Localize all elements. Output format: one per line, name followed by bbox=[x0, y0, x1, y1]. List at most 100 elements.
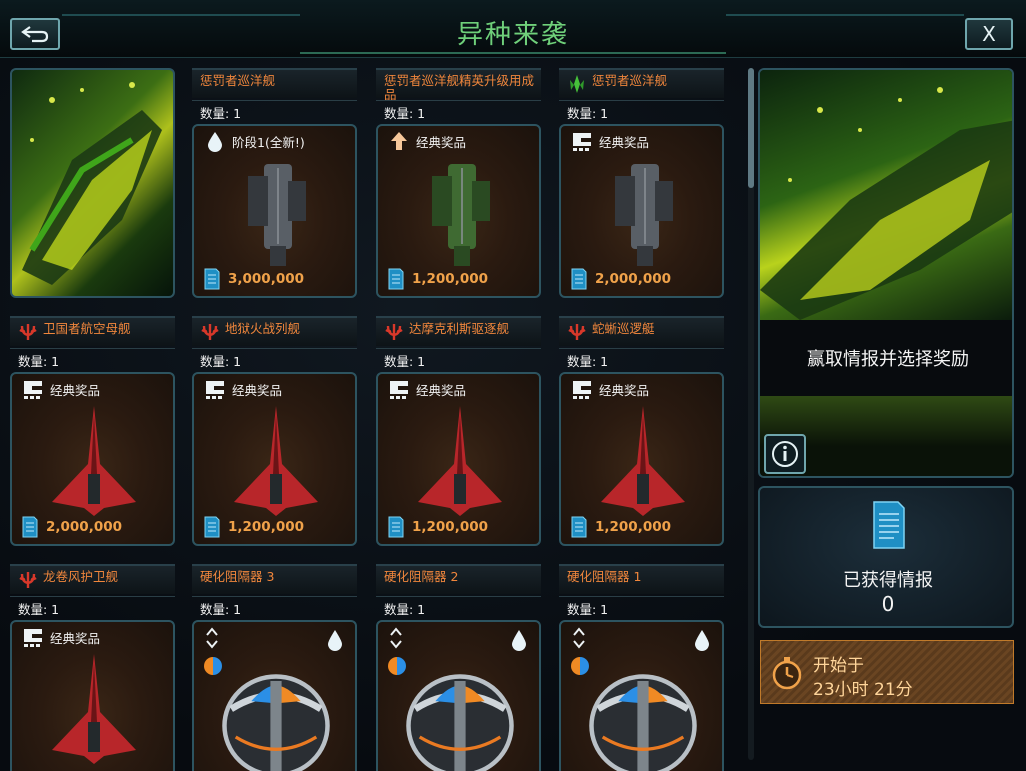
ship-image bbox=[615, 164, 673, 266]
reward-name: 龙卷风护卫舰 bbox=[43, 569, 119, 584]
intel-document-icon bbox=[571, 516, 587, 538]
intel-document-icon bbox=[204, 268, 220, 290]
scrollbar-thumb[interactable] bbox=[748, 68, 754, 188]
reward-tile[interactable]: 蛇蜥巡逻艇数量: 1 经典奖品 1,200,000 bbox=[559, 316, 724, 546]
reward-price: 1,200,000 bbox=[204, 516, 304, 538]
reward-name: 蛇蜥巡逻艇 bbox=[592, 321, 655, 336]
reward-type: 经典奖品 bbox=[22, 378, 100, 400]
reward-type: 经典奖品 bbox=[388, 130, 466, 152]
intel-document-icon bbox=[388, 268, 404, 290]
reward-name: 卫国者航空母舰 bbox=[43, 321, 131, 336]
reward-card[interactable] bbox=[192, 620, 357, 771]
reward-quantity: 数量: 1 bbox=[376, 596, 541, 617]
reward-price: 1,200,000 bbox=[388, 268, 488, 290]
reward-tile[interactable]: 地狱火战列舰 数量: 1 经典奖品 1,200,000 bbox=[192, 316, 357, 546]
info-icon bbox=[772, 441, 798, 467]
reward-name: 惩罚者巡洋舰 bbox=[592, 73, 668, 88]
module-image bbox=[406, 674, 514, 771]
ship-image bbox=[52, 654, 136, 764]
top-bar: 异种来袭 X bbox=[0, 0, 1026, 58]
reward-price: 1,200,000 bbox=[388, 516, 488, 538]
reward-tile[interactable]: 惩罚者巡洋舰 数量: 1 阶段1(全新!) 3,000,000 bbox=[192, 68, 357, 298]
intel-value: 0 bbox=[881, 592, 895, 616]
reward-price: 3,000,000 bbox=[204, 268, 304, 290]
reward-name-bar: 地狱火战列舰 bbox=[192, 316, 357, 346]
reward-type-label: 经典奖品 bbox=[599, 382, 650, 398]
reward-type: 经典奖品 bbox=[571, 378, 649, 400]
faction-green-icon bbox=[570, 75, 584, 93]
faction-red-icon bbox=[201, 324, 219, 340]
reward-quantity: 数量: 1 bbox=[376, 100, 541, 121]
timer-label: 开始于 bbox=[813, 656, 864, 676]
reward-card[interactable]: 经典奖品 1,200,000 bbox=[376, 372, 541, 546]
ship-image bbox=[52, 406, 136, 516]
reward-quantity: 数量: 1 bbox=[559, 348, 724, 369]
reward-name: 惩罚者巡洋舰精英升级用成品 bbox=[384, 73, 535, 102]
info-button[interactable] bbox=[764, 434, 806, 474]
up-down-arrows-icon bbox=[390, 627, 402, 649]
classic-prize-icon bbox=[573, 133, 591, 151]
intel-document-icon bbox=[571, 268, 587, 290]
win-intel-prompt: 赢取情报并选择奖励 bbox=[760, 320, 1012, 396]
faction-red-icon bbox=[385, 324, 403, 340]
reward-card[interactable]: 经典奖品 bbox=[10, 620, 175, 771]
reward-name: 达摩克利斯驱逐舰 bbox=[409, 321, 510, 336]
module-image bbox=[589, 674, 697, 771]
reward-price-value: 1,200,000 bbox=[412, 271, 489, 287]
reward-card[interactable]: 经典奖品 2,000,000 bbox=[10, 372, 175, 546]
reward-name-bar: 蛇蜥巡逻艇 bbox=[559, 316, 724, 346]
reward-quantity: 数量: 1 bbox=[10, 348, 175, 369]
reward-name-bar: 惩罚者巡洋舰 bbox=[192, 68, 357, 98]
reward-tile[interactable]: 卫国者航空母舰数量: 1 经典奖品 2,000,000 bbox=[10, 316, 175, 546]
reward-card[interactable]: 阶段1(全新!) 3,000,000 bbox=[192, 124, 357, 298]
reward-type-label: 经典奖品 bbox=[50, 630, 101, 646]
reward-price-value: 2,000,000 bbox=[46, 519, 123, 535]
reward-tile[interactable]: 达摩克利斯驱逐舰数量: 1 经典奖品 1,200,000 bbox=[376, 316, 541, 546]
reward-card[interactable] bbox=[376, 620, 541, 771]
stopwatch-icon bbox=[772, 657, 802, 690]
drop-icon bbox=[695, 630, 709, 651]
reward-quantity: 数量: 1 bbox=[376, 348, 541, 369]
reward-type: 经典奖品 bbox=[204, 378, 282, 400]
classic-prize-icon bbox=[24, 381, 42, 399]
reward-card[interactable]: 经典奖品 2,000,000 bbox=[559, 124, 724, 298]
intel-label: 已获得情报 bbox=[843, 570, 933, 591]
classic-prize-icon bbox=[573, 381, 591, 399]
reward-tile[interactable]: 龙卷风护卫舰数量: 1 经典奖品 bbox=[10, 564, 175, 771]
event-screen: 异种来袭 X 惩罚者巡洋舰 数量: 1 阶段1(全新!) 3,000,000 惩罚者巡洋… bbox=[0, 0, 1026, 771]
reward-quantity: 数量: 1 bbox=[10, 596, 175, 617]
reward-quantity: 数量: 1 bbox=[559, 596, 724, 617]
reward-tile[interactable]: 硬化阻隔器 1 数量: 1 bbox=[559, 564, 724, 771]
reward-price-value: 1,200,000 bbox=[228, 519, 305, 535]
reward-price-value: 1,200,000 bbox=[412, 519, 489, 535]
timer-panel: 开始于 23小时 21分 bbox=[760, 640, 1014, 704]
featured-ship-art[interactable] bbox=[10, 68, 175, 298]
ship-image bbox=[234, 406, 318, 516]
close-button[interactable]: X bbox=[965, 18, 1013, 50]
reward-card[interactable]: 经典奖品 1,200,000 bbox=[559, 372, 724, 546]
reward-name-bar: 惩罚者巡洋舰精英升级用成品 bbox=[376, 68, 541, 102]
reward-tile[interactable]: 硬化阻隔器 2 数量: 1 bbox=[376, 564, 541, 771]
reward-tile[interactable]: 惩罚者巡洋舰精英升级用成品 数量: 1 经典奖品 1,200,000 bbox=[376, 68, 541, 298]
reward-tile[interactable]: 硬化阻隔器 3 数量: 1 bbox=[192, 564, 357, 771]
reward-type-label: 经典奖品 bbox=[50, 382, 101, 398]
reward-price-value: 3,000,000 bbox=[228, 271, 305, 287]
intel-document-icon bbox=[22, 516, 38, 538]
reward-name: 硬化阻隔器 2 bbox=[384, 569, 459, 584]
classic-prize-icon bbox=[390, 381, 408, 399]
reward-card[interactable]: 经典奖品 1,200,000 bbox=[376, 124, 541, 298]
ship-image bbox=[432, 164, 490, 266]
intel-document-icon bbox=[204, 516, 220, 538]
reward-price: 2,000,000 bbox=[22, 516, 122, 538]
reward-card[interactable] bbox=[559, 620, 724, 771]
timer-value: 23小时 21分 bbox=[813, 680, 913, 700]
reward-type-label: 阶段1(全新!) bbox=[232, 134, 305, 150]
reward-type: 经典奖品 bbox=[571, 130, 649, 152]
reward-card[interactable]: 经典奖品 1,200,000 bbox=[192, 372, 357, 546]
side-ship-art bbox=[760, 70, 1012, 320]
alien-ship-image bbox=[22, 82, 162, 285]
ship-image bbox=[248, 164, 306, 266]
reward-tile[interactable]: 惩罚者巡洋舰 数量: 1 经典奖品 2,000,000 bbox=[559, 68, 724, 298]
reward-name-bar: 达摩克利斯驱逐舰 bbox=[376, 316, 541, 346]
arrow-up-icon bbox=[391, 132, 407, 150]
